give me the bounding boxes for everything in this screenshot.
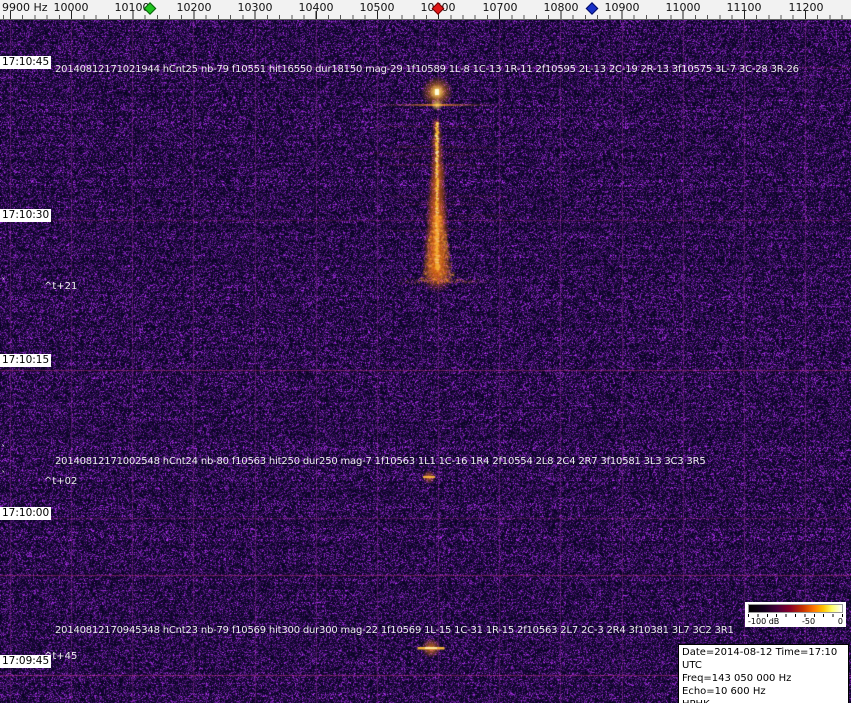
edge-tick: `	[1, 278, 7, 288]
event-marker: ^t+45	[44, 651, 77, 662]
info-line-echo: Echo=10 600 Hz	[682, 685, 845, 698]
freq-tick-label: 10500	[360, 1, 395, 14]
colorbar-label-mid: -50	[802, 617, 815, 626]
spectrogram-canvas[interactable]	[0, 20, 851, 703]
freq-tick-label: 11200	[789, 1, 824, 14]
freq-tick-label: 11000	[666, 1, 701, 14]
spectrogram-window: 9900 Hz 10000 10100 10200 10300 10400 10…	[0, 0, 851, 703]
time-label: 17:10:45	[0, 56, 51, 69]
time-label: 17:10:30	[0, 209, 51, 222]
info-line-freq: Freq=143 050 000 Hz	[682, 672, 845, 685]
time-label: 17:10:00	[0, 507, 51, 520]
detection-annotation: 20140812171021944 hCnt25 nb-79 f10551 hi…	[55, 64, 799, 75]
edge-tick: `	[1, 471, 7, 481]
freq-tick-label: 10200	[177, 1, 212, 14]
colorbar-label-max: 0	[838, 617, 843, 626]
event-marker: ^t+21	[44, 281, 77, 292]
freq-tick-label: 10800	[544, 1, 579, 14]
info-line-date: Date=2014-08-12 Time=17:10 UTC	[682, 646, 845, 672]
colorbar-label-min: -100 dB	[748, 617, 779, 626]
detection-annotation: 20140812170945348 hCnt23 nb-79 f10569 hi…	[55, 625, 734, 636]
time-label: 17:10:15	[0, 354, 51, 367]
freq-tick-label: 10400	[299, 1, 334, 14]
frequency-ruler: 9900 Hz 10000 10100 10200 10300 10400 10…	[0, 0, 851, 20]
freq-tick-label: 9900 Hz	[2, 1, 48, 14]
edge-tick: `	[1, 445, 7, 455]
freq-tick-label: 10300	[238, 1, 273, 14]
freq-tick-label: 10000	[54, 1, 89, 14]
detection-annotation: 20140812171002548 hCnt24 nb-80 f10563 hi…	[55, 456, 706, 467]
freq-tick-label: 10900	[605, 1, 640, 14]
freq-tick-label: 11100	[727, 1, 762, 14]
freq-tick-label: 10700	[483, 1, 518, 14]
event-marker: ^t+02	[44, 476, 77, 487]
info-line-station: HPHK	[682, 698, 845, 703]
status-info-box: Date=2014-08-12 Time=17:10 UTC Freq=143 …	[678, 644, 849, 703]
colorbar-gradient	[748, 604, 843, 613]
db-colorbar: -100 dB -50 0	[745, 602, 846, 627]
